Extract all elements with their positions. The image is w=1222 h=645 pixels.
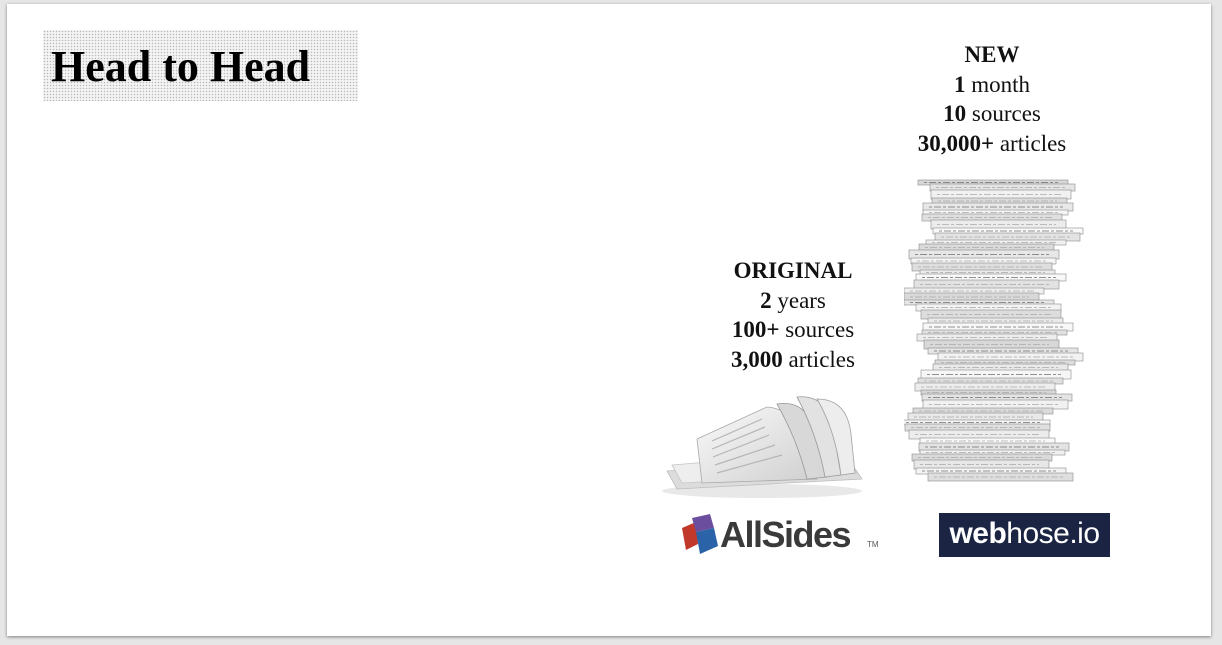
original-stats: ORIGINAL 2 years 100+ sources 3,000 arti… bbox=[693, 256, 893, 374]
new-stats: NEW 1 month 10 sources 30,000+ articles bbox=[887, 40, 1097, 158]
original-duration-value: 2 bbox=[760, 287, 772, 313]
webhose-wordmark: webhose.io bbox=[939, 513, 1110, 555]
original-sources-value: 100+ bbox=[731, 317, 780, 342]
presentation-slide: Head to Head NEW 1 month 10 sources 30,0… bbox=[7, 4, 1211, 636]
original-duration-unit: years bbox=[771, 287, 826, 313]
original-duration: 2 years bbox=[693, 286, 893, 316]
allsides-wordmark: AllSides bbox=[720, 514, 852, 555]
allsides-logo: AllSides TM bbox=[680, 512, 890, 562]
newspaper-pile-icon bbox=[662, 396, 863, 498]
new-sources-value: 10 bbox=[943, 101, 967, 126]
newspaper-stack-icon bbox=[904, 179, 1084, 482]
new-articles: 30,000+ articles bbox=[887, 129, 1097, 159]
webhose-logo: webhose.io bbox=[939, 513, 1110, 557]
webhose-wordmark-rest: hose.io bbox=[1006, 517, 1100, 550]
webhose-wordmark-bold: web bbox=[949, 517, 1007, 550]
new-articles-value: 30,000+ bbox=[917, 130, 995, 156]
slide-title: Head to Head bbox=[51, 42, 311, 91]
original-sources-unit: sources bbox=[779, 317, 855, 342]
new-duration-unit: month bbox=[965, 71, 1031, 97]
original-articles-unit: articles bbox=[782, 346, 855, 372]
new-sources-unit: sources bbox=[966, 101, 1041, 126]
new-duration: 1 month bbox=[887, 70, 1097, 100]
original-articles: 3,000 articles bbox=[693, 345, 893, 375]
allsides-logo-icon bbox=[682, 514, 718, 554]
title-box: Head to Head bbox=[43, 30, 358, 101]
original-sources: 100+ sources bbox=[693, 315, 893, 345]
original-heading: ORIGINAL bbox=[733, 258, 853, 283]
new-sources: 10 sources bbox=[887, 99, 1097, 129]
new-heading: NEW bbox=[964, 42, 1020, 67]
new-duration-value: 1 bbox=[953, 71, 966, 97]
allsides-trademark: TM bbox=[867, 540, 879, 549]
original-articles-value: 3,000 bbox=[731, 346, 783, 372]
new-articles-unit: articles bbox=[994, 130, 1067, 156]
